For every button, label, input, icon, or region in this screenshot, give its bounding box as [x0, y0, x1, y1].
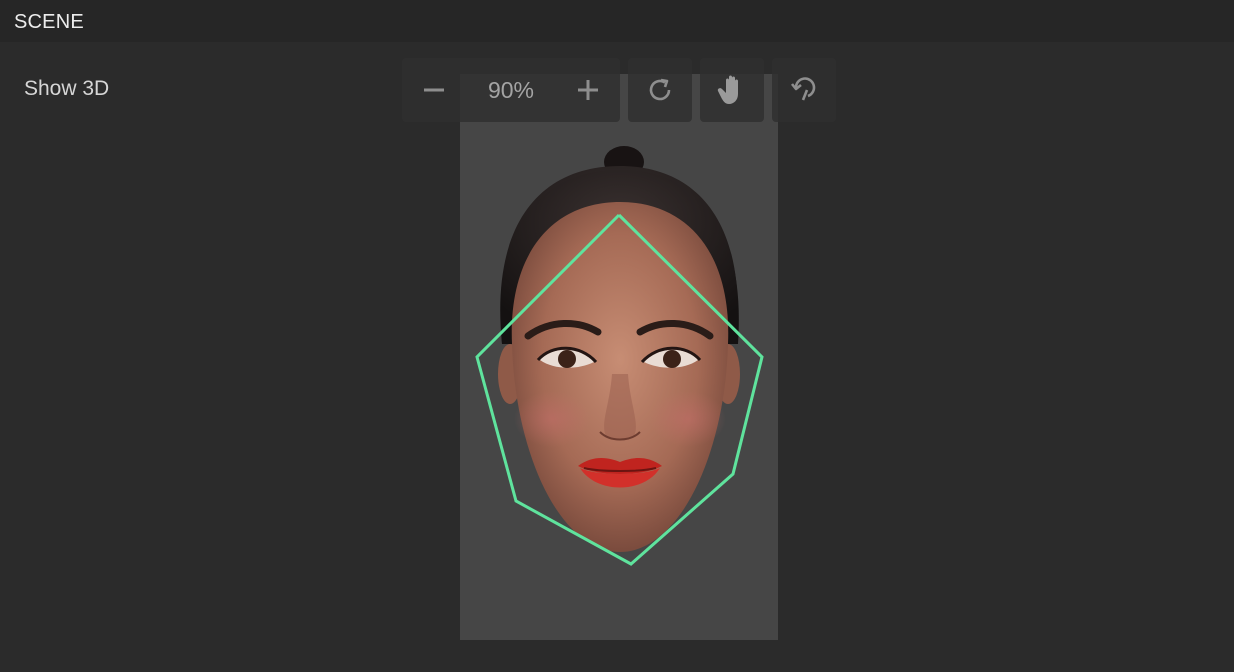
- minus-icon: [424, 88, 444, 92]
- rotate-3d-icon: [790, 77, 816, 101]
- face-image: [475, 146, 764, 566]
- refresh-icon: [649, 78, 671, 101]
- reset-view-button[interactable]: [628, 58, 692, 122]
- panel-header: SCENE: [0, 0, 1234, 42]
- panel-title: SCENE: [14, 11, 84, 33]
- zoom-out-button[interactable]: [402, 58, 466, 122]
- face-canvas[interactable]: [460, 74, 778, 640]
- scene-viewport[interactable]: Show 3D 90%: [0, 42, 1234, 672]
- pan-tool-button[interactable]: [700, 58, 764, 122]
- zoom-level: 90%: [487, 76, 535, 103]
- hand-icon: [717, 75, 738, 104]
- rotate-tool-button[interactable]: [772, 58, 836, 122]
- zoom-in-button[interactable]: [556, 58, 620, 122]
- plus-icon: [578, 80, 598, 100]
- zoom-control: 90%: [402, 58, 620, 122]
- show-3d-toggle[interactable]: Show 3D: [24, 77, 109, 101]
